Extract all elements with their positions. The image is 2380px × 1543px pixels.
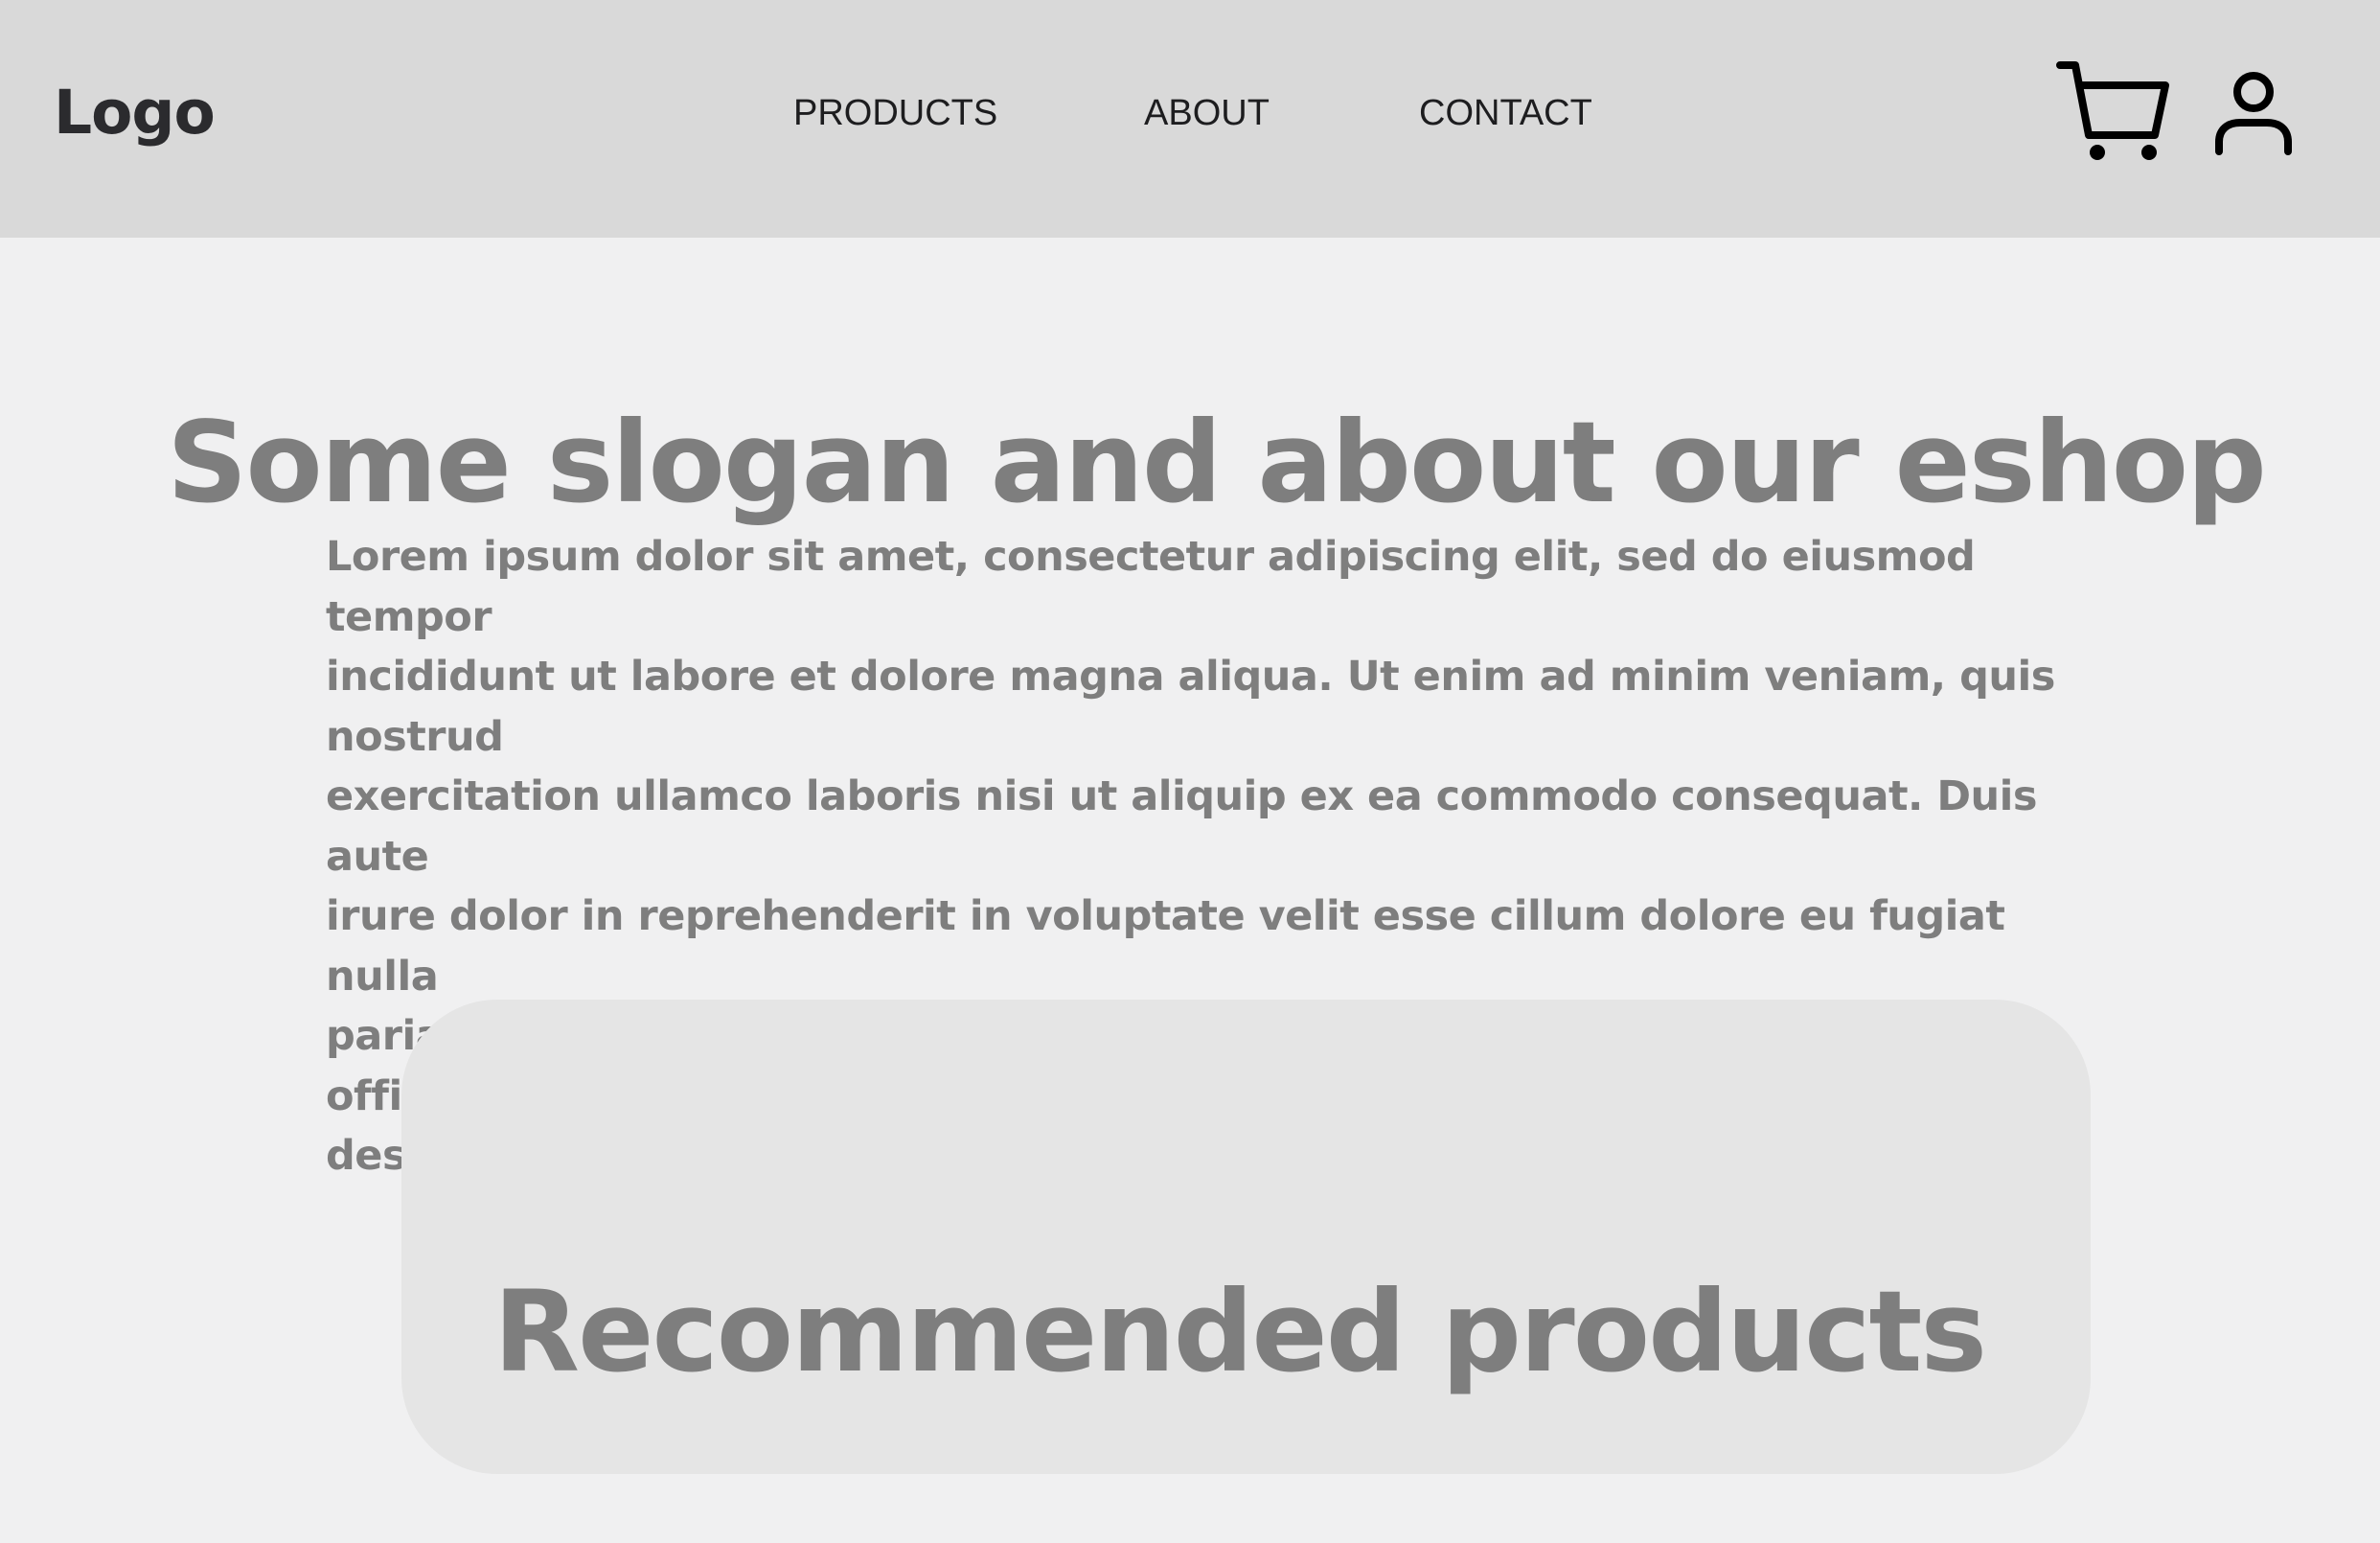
nav-products-link[interactable]: PRODUCTS [793,92,997,134]
recommended-products-title: Recommended products [493,1266,1987,1398]
recommended-products-section: Recommended products [401,1000,2091,1474]
user-icon [2215,72,2292,155]
cart-button[interactable] [2056,56,2171,167]
cart-icon [2056,61,2169,160]
logo[interactable]: Logo [54,75,216,151]
hero-title: Some slogan and about our eshop [167,397,2267,529]
nav-about-link[interactable]: ABOUT [1144,92,1270,134]
site-header: Logo PRODUCTS ABOUT CONTACT [0,0,2380,238]
nav-contact-link[interactable]: CONTACT [1419,92,1592,134]
account-button[interactable] [2211,65,2296,163]
